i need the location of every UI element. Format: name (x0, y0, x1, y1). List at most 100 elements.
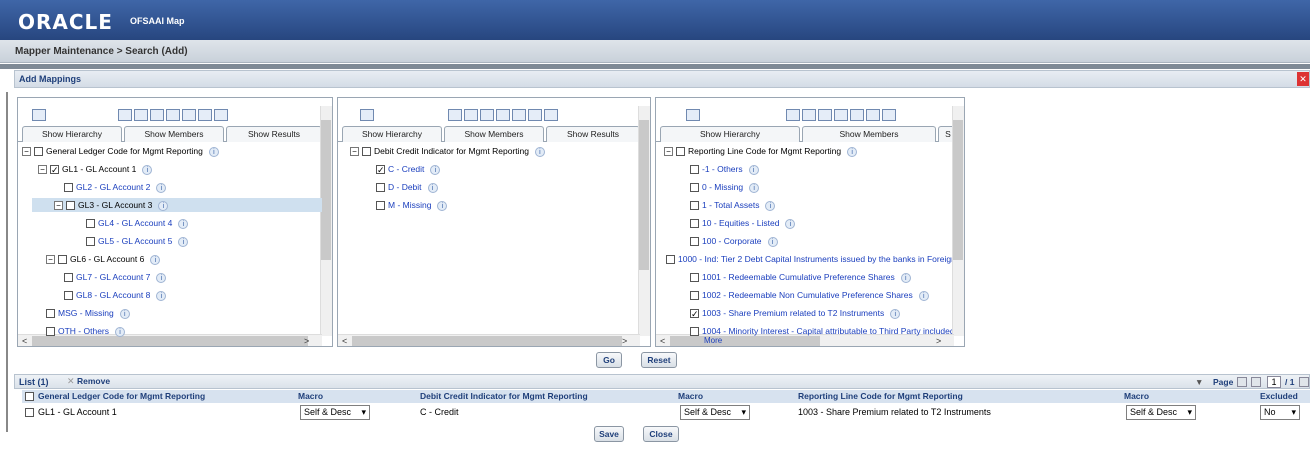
checkbox[interactable] (86, 237, 95, 247)
grid-icon[interactable] (150, 109, 164, 121)
close-icon[interactable]: ✕ (1297, 72, 1309, 86)
scroll-right-icon[interactable]: > (622, 336, 627, 346)
collapse-icon[interactable]: − (664, 147, 673, 157)
tree-icon[interactable] (850, 109, 864, 121)
info-icon[interactable]: i (142, 164, 153, 175)
tree-node[interactable]: 1001 - Redeemable Cumulative Preference … (690, 270, 911, 284)
column-header[interactable]: Macro (678, 391, 703, 401)
hierarchy-icon[interactable] (166, 109, 180, 121)
info-icon[interactable]: i (918, 290, 929, 301)
tab-show-hierarchy[interactable]: Show Hierarchy (342, 126, 442, 142)
expand-icon[interactable] (464, 109, 478, 121)
layout-icon[interactable] (214, 109, 228, 121)
vertical-scrollbar[interactable] (952, 106, 964, 336)
tree-node[interactable]: 1004 - Minority Interest - Capital attri… (690, 324, 952, 336)
info-icon[interactable]: i (900, 272, 911, 283)
info-icon[interactable]: i (765, 200, 776, 211)
column-header[interactable]: Reporting Line Code for Mgmt Reporting (798, 391, 963, 401)
tree-node-selected[interactable]: − GL3 - GL Account 3i (32, 198, 322, 212)
checkbox[interactable] (690, 183, 699, 193)
layout-icon[interactable] (544, 109, 558, 121)
tree-node[interactable]: 0 - Missing i (690, 180, 760, 194)
search-icon[interactable] (360, 109, 374, 121)
scroll-thumb[interactable] (639, 120, 649, 270)
horizontal-scrollbar[interactable] (338, 334, 640, 346)
info-icon[interactable]: i (156, 182, 167, 193)
info-icon[interactable]: i (749, 182, 760, 193)
collapse-icon[interactable]: − (46, 255, 55, 265)
checkbox[interactable] (690, 291, 699, 301)
info-icon[interactable]: i (119, 308, 130, 319)
tree-node[interactable]: M - Missing i (376, 198, 448, 212)
info-icon[interactable]: i (115, 326, 126, 337)
tree-root[interactable]: − Debit Credit Indicator for Mgmt Reporti… (350, 144, 545, 158)
search-icon[interactable] (686, 109, 700, 121)
remove-button[interactable]: Remove (77, 376, 110, 386)
tab-show-hierarchy[interactable]: Show Hierarchy (660, 126, 800, 142)
info-icon[interactable]: i (178, 218, 189, 229)
checkbox-checked[interactable]: ✓ (690, 309, 699, 319)
scroll-right-icon[interactable]: > (304, 336, 309, 346)
tree-node[interactable]: 1000 - Ind: Tier 2 Debt Capital Instrume… (666, 252, 952, 266)
excluded-select[interactable]: No ▾ (1260, 405, 1300, 420)
checkbox[interactable] (376, 201, 385, 211)
checkbox[interactable] (66, 201, 75, 211)
tree-node[interactable]: GL8 - GL Account 8i (64, 288, 167, 302)
select-all-checkbox[interactable] (25, 392, 34, 401)
checkbox-checked[interactable]: ✓ (50, 165, 59, 175)
tree-icon[interactable] (512, 109, 526, 121)
table-icon[interactable] (528, 109, 542, 121)
tree-icon[interactable] (182, 109, 196, 121)
tab-show-results[interactable]: Show Results (226, 126, 322, 142)
checkbox[interactable] (34, 147, 43, 157)
layout-icon[interactable] (882, 109, 896, 121)
hierarchy-icon[interactable] (834, 109, 848, 121)
collapse-icon[interactable]: − (22, 147, 31, 157)
collapse-icon[interactable]: − (54, 201, 63, 211)
tree-node[interactable]: -1 - Others i (690, 162, 759, 176)
info-icon[interactable]: i (748, 164, 759, 175)
scroll-left-icon[interactable]: < (22, 336, 27, 346)
page-input[interactable]: 1 (1267, 376, 1281, 388)
macro-select[interactable]: Self & Desc ▾ (300, 405, 370, 420)
remove-icon[interactable]: ✕ (67, 376, 75, 387)
info-icon[interactable]: i (430, 164, 441, 175)
info-icon[interactable]: i (158, 200, 169, 211)
column-header[interactable]: General Ledger Code for Mgmt Reporting (38, 391, 205, 401)
search-icon[interactable] (32, 109, 46, 121)
tab-show-members[interactable]: Show Members (802, 126, 936, 142)
filter-icon[interactable]: ▼ (1195, 377, 1203, 387)
tree-node[interactable]: − GL6 - GL Account 6i (46, 252, 161, 266)
tab-show-hierarchy[interactable]: Show Hierarchy (22, 126, 122, 142)
scroll-left-icon[interactable]: < (660, 336, 665, 346)
tree-node[interactable]: 100 - Corporate i (690, 234, 778, 248)
tab-show-members[interactable]: Show Members (124, 126, 224, 142)
info-icon[interactable]: i (156, 290, 167, 301)
checkbox[interactable] (64, 291, 73, 301)
checkbox[interactable] (690, 201, 699, 211)
more-link[interactable]: More (704, 334, 722, 348)
macro-select[interactable]: Self & Desc ▾ (680, 405, 750, 420)
next-page-icon[interactable] (1299, 377, 1309, 387)
info-icon[interactable]: i (890, 308, 901, 319)
info-icon[interactable]: i (427, 182, 438, 193)
info-icon[interactable]: i (847, 146, 858, 157)
macro-select[interactable]: Self & Desc ▾ (1126, 405, 1196, 420)
close-button[interactable]: Close (643, 426, 679, 442)
expand-icon[interactable] (134, 109, 148, 121)
checkbox[interactable] (690, 327, 699, 336)
tree-node[interactable]: 1002 - Redeemable Non Cumulative Prefere… (690, 288, 929, 302)
vertical-scrollbar[interactable] (638, 106, 650, 336)
scroll-left-icon[interactable]: < (342, 336, 347, 346)
tree-node[interactable]: ✓ 1003 - Share Premium related to T2 Inst… (690, 306, 901, 320)
collapse-icon[interactable]: − (38, 165, 47, 175)
collapse-icon[interactable] (118, 109, 132, 121)
save-button[interactable]: Save (594, 426, 624, 442)
info-icon[interactable]: i (178, 236, 189, 247)
tree-root[interactable]: − General Ledger Code for Mgmt Reporting i (22, 144, 219, 158)
hierarchy-icon[interactable] (496, 109, 510, 121)
checkbox[interactable] (690, 273, 699, 283)
go-button[interactable]: Go (596, 352, 622, 368)
checkbox[interactable] (58, 255, 67, 265)
tree-node[interactable]: D - Debit i (376, 180, 438, 194)
